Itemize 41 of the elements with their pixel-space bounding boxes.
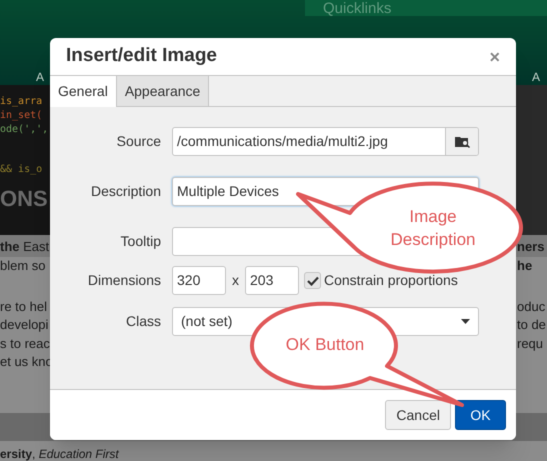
close-button[interactable]: × (489, 48, 500, 66)
body-text: developi (0, 316, 48, 334)
nav-fragment: A (36, 69, 44, 86)
code-line: in_set( (0, 110, 42, 122)
body-text: the East (0, 238, 50, 256)
code-line: ode(',', (0, 124, 48, 136)
tab[interactable]: Appearance (116, 76, 210, 106)
field-label: Description (90, 182, 162, 201)
checkbox-label: Constrain proportions (324, 271, 458, 290)
caret-icon (461, 319, 470, 324)
dimension-separator: x (231, 271, 240, 290)
body-text: s to reac (0, 335, 50, 353)
folder-search-icon (454, 135, 470, 148)
body-text: he (517, 257, 532, 275)
code-line: is_arra (0, 96, 42, 108)
field-label: Class (124, 312, 162, 331)
body-text: oduc (517, 298, 546, 316)
cancel-button[interactable]: Cancel (385, 400, 451, 430)
code-line: && is_o (0, 164, 42, 176)
field-label: Dimensions (86, 271, 162, 290)
width-field[interactable]: 320 (172, 266, 226, 295)
nav-fragment: A (532, 69, 540, 86)
body-text: blem so (0, 257, 46, 275)
ok-button[interactable]: OK (455, 400, 506, 430)
height-field[interactable]: 203 (245, 266, 299, 295)
source-field[interactable]: /communications/media/multi2.jpg (172, 127, 479, 156)
callout-text: OK Button (284, 334, 366, 356)
dialog-title: Insert/edit Image (66, 44, 217, 68)
field-label: Tooltip (120, 232, 162, 251)
checkbox[interactable] (304, 272, 321, 289)
banner-heading: ONS (0, 186, 48, 212)
body-text: re to hel (0, 298, 47, 316)
tab[interactable]: General (50, 76, 117, 107)
browse-button[interactable] (445, 128, 478, 155)
footer-text: ersity, Education First (0, 447, 119, 461)
body-text: ners (517, 238, 544, 256)
body-text: requ (517, 335, 544, 353)
field-label: Source (116, 132, 162, 151)
body-text: to de (517, 316, 546, 334)
callout-text: Image Description (389, 206, 477, 251)
quicklinks-label: Quicklinks (323, 1, 392, 16)
